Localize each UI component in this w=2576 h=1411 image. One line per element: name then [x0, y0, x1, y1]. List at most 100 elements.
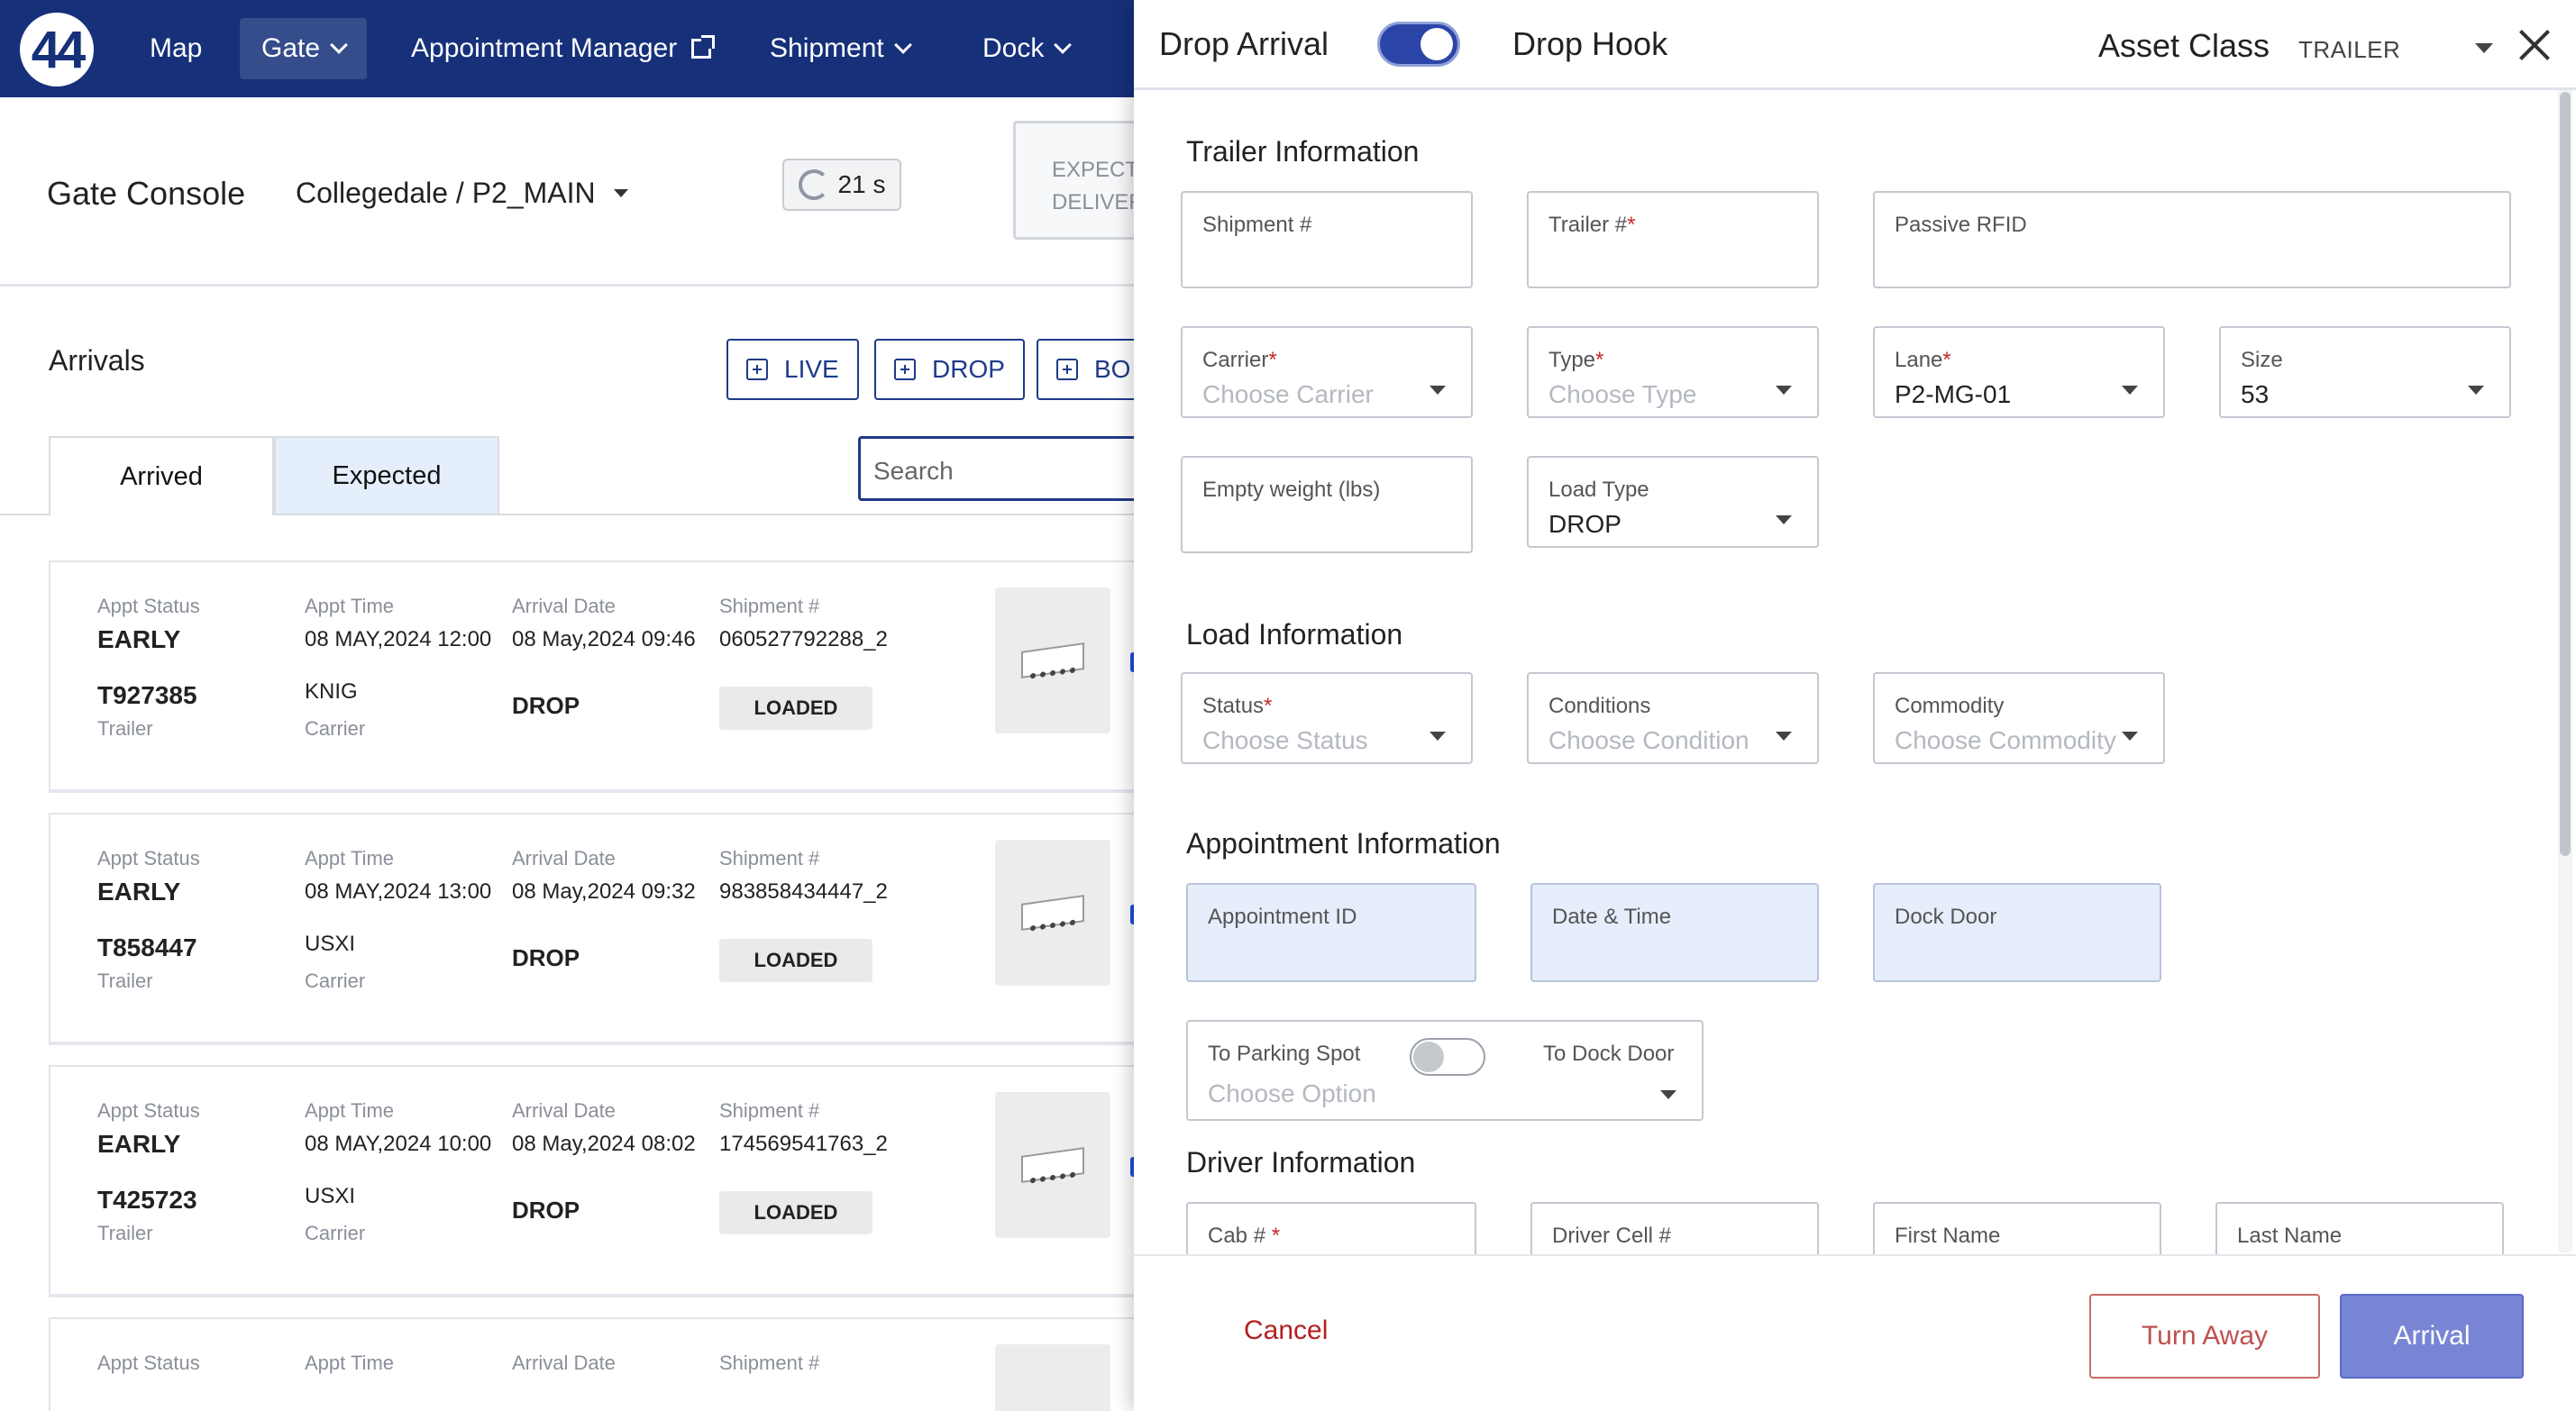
- trailer-icon: [1021, 895, 1084, 931]
- drop-arrival-panel: Drop Arrival Drop Hook Asset Class TRAIL…: [1134, 0, 2576, 1411]
- console-header: Gate Console Collegedale / P2_MAIN 21 s …: [0, 97, 1193, 287]
- date-time-field[interactable]: Date & Time: [1530, 883, 1819, 982]
- trailer-icon: [1021, 642, 1084, 678]
- nav-item-label: Gate: [261, 33, 321, 63]
- empty-weight-field[interactable]: Empty weight (lbs): [1181, 456, 1473, 553]
- close-icon[interactable]: [2517, 27, 2553, 63]
- field-label: Appointment ID: [1208, 905, 1357, 929]
- live-button[interactable]: LIVE: [726, 339, 859, 400]
- trailer-thumbnail: [995, 1344, 1110, 1411]
- conditions-select[interactable]: Conditions Choose Condition: [1527, 672, 1819, 764]
- appt-time-label: Appt Time: [305, 1099, 395, 1122]
- site-selector[interactable]: Collegedale / P2_MAIN: [296, 177, 628, 210]
- appt-time-label: Appt Time: [305, 1352, 395, 1374]
- auto-refresh-chip[interactable]: 21 s: [782, 159, 901, 211]
- drop-button[interactable]: DROP: [874, 339, 1025, 400]
- caret-down-icon: [1430, 386, 1446, 395]
- arrival-date-label: Arrival Date: [512, 1352, 616, 1374]
- chevron-down-icon: [330, 36, 348, 54]
- caret-down-icon: [1430, 732, 1446, 741]
- arrival-date-label: Arrival Date: [512, 595, 616, 617]
- plus-icon: [746, 359, 768, 380]
- field-label: Dock Door: [1895, 905, 1997, 929]
- arrival-date-label: Arrival Date: [512, 847, 616, 869]
- scrollbar-thumb[interactable]: [2560, 92, 2571, 856]
- asset-class-select[interactable]: TRAILER: [2298, 36, 2400, 64]
- tab-expected[interactable]: Expected: [274, 436, 499, 515]
- nav-item-label: Dock: [982, 33, 1045, 63]
- search-input[interactable]: Search: [858, 436, 1165, 501]
- load-info-heading: Load Information: [1186, 618, 1403, 651]
- field-placeholder: Choose Commodity: [1895, 726, 2116, 754]
- carrier-code: USXI: [305, 932, 356, 956]
- field-value: P2-MG-01: [1895, 380, 2012, 408]
- plus-icon: [894, 359, 916, 380]
- appt-status-label: Appt Status: [97, 1352, 200, 1374]
- commodity-select[interactable]: Commodity Choose Commodity: [1873, 672, 2165, 764]
- driver-info-heading: Driver Information: [1186, 1146, 1416, 1179]
- toggle-knob: [1413, 1042, 1444, 1072]
- appt-status-label: Appt Status: [97, 595, 200, 617]
- field-label: Cab # *: [1208, 1224, 1281, 1248]
- size-select[interactable]: Size 53: [2219, 326, 2511, 418]
- nav-item-shipment[interactable]: Shipment: [748, 18, 931, 79]
- tab-arrived[interactable]: Arrived: [49, 436, 274, 515]
- load-type-value: DROP: [512, 692, 580, 719]
- field-label: Carrier*: [1202, 348, 1277, 372]
- appt-status-value: EARLY: [97, 878, 181, 906]
- carrier-label: Carrier: [305, 717, 366, 740]
- panel-scrollbar[interactable]: [2558, 90, 2572, 1252]
- button-label: BO: [1094, 355, 1131, 383]
- cancel-button[interactable]: Cancel: [1244, 1315, 1328, 1346]
- field-label: Last Name: [2237, 1224, 2343, 1248]
- nav-item-dock[interactable]: Dock: [961, 18, 1091, 79]
- shipment-value: 983858434447_2: [719, 879, 888, 904]
- external-link-icon: [691, 35, 716, 59]
- status-select[interactable]: Status* Choose Status: [1181, 672, 1473, 764]
- nav-item-map[interactable]: Map: [128, 18, 224, 79]
- field-label: Load Type: [1548, 478, 1649, 502]
- arrival-card[interactable]: Appt Status EARLY T927385 Trailer Appt T…: [49, 560, 1166, 793]
- appointment-id-field[interactable]: Appointment ID: [1186, 883, 1476, 982]
- toggle-knob: [1420, 28, 1453, 60]
- trailer-thumbnail: [995, 840, 1110, 986]
- shipment-number-field[interactable]: Shipment #: [1181, 191, 1473, 288]
- field-label: Commodity: [1895, 694, 2005, 718]
- nav-item-gate[interactable]: Gate: [240, 18, 368, 79]
- caret-down-icon[interactable]: [2475, 43, 2493, 53]
- arrival-card[interactable]: Appt Status EARLY T425723 Trailer Appt T…: [49, 1065, 1166, 1297]
- app-logo[interactable]: 44: [20, 13, 94, 86]
- to-parking-label: To Parking Spot: [1208, 1042, 1361, 1066]
- carrier-code: KNIG: [305, 679, 358, 704]
- arrival-card[interactable]: Appt Status EARLY T858447 Trailer Appt T…: [49, 813, 1166, 1045]
- caret-down-icon: [1660, 1090, 1676, 1099]
- caret-down-icon: [2122, 732, 2138, 741]
- shipment-value: 174569541763_2: [719, 1132, 888, 1156]
- top-navigation-bar: 44 Map Gate Appointment Manager Shipment…: [0, 0, 1136, 97]
- appointment-info-heading: Appointment Information: [1186, 827, 1501, 860]
- carrier-label: Carrier: [305, 969, 366, 992]
- appt-status-label: Appt Status: [97, 1099, 200, 1122]
- turn-away-button[interactable]: Turn Away: [2089, 1294, 2320, 1379]
- passive-rfid-field[interactable]: Passive RFID: [1873, 191, 2511, 288]
- move-destination-select[interactable]: To Parking Spot To Dock Door Choose Opti…: [1186, 1020, 1704, 1121]
- caret-down-icon: [2468, 386, 2484, 395]
- type-select[interactable]: Type* Choose Type: [1527, 326, 1819, 418]
- appt-time-value: 08 MAY,2024 13:00: [305, 879, 492, 904]
- nav-item-appointment-manager[interactable]: Appointment Manager: [389, 18, 733, 79]
- button-label: LIVE: [784, 355, 839, 383]
- lane-select[interactable]: Lane* P2-MG-01: [1873, 326, 2165, 418]
- trailer-number-field[interactable]: Trailer #*: [1527, 191, 1819, 288]
- dock-door-field[interactable]: Dock Door: [1873, 883, 2161, 982]
- carrier-select[interactable]: Carrier* Choose Carrier: [1181, 326, 1473, 418]
- load-type-select[interactable]: Load Type DROP: [1527, 456, 1819, 548]
- plus-icon: [1056, 359, 1078, 380]
- status-badge: LOADED: [719, 687, 872, 730]
- panel-footer: Cancel Turn Away Arrival: [1134, 1254, 2576, 1411]
- arrival-card[interactable]: Appt Status Appt Time Arrival Date Shipm…: [49, 1317, 1166, 1411]
- button-label: DROP: [932, 355, 1005, 383]
- arrival-button[interactable]: Arrival: [2340, 1294, 2524, 1379]
- parking-dock-toggle[interactable]: [1410, 1038, 1485, 1076]
- arrival-mode-toggle[interactable]: [1377, 22, 1460, 67]
- field-label: Shipment #: [1202, 213, 1312, 237]
